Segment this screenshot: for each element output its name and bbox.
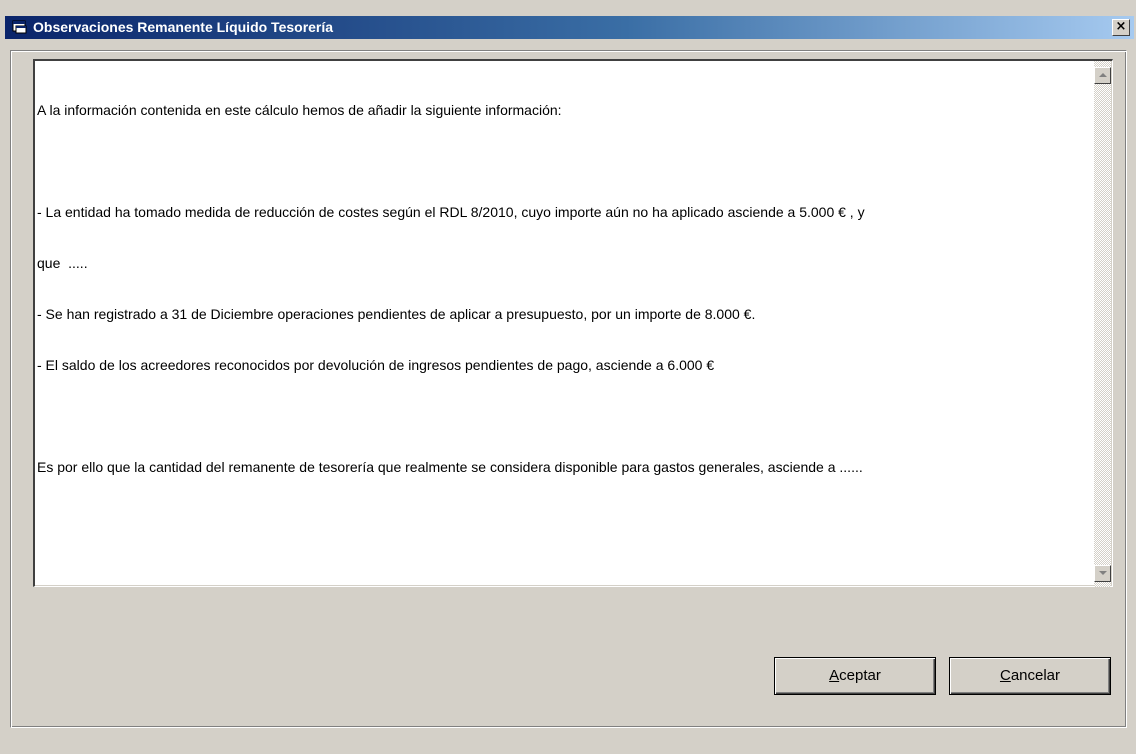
window-title: Observaciones Remanente Líquido Tesorerí… — [33, 19, 334, 35]
scroll-up-arrow-icon — [1099, 73, 1107, 77]
window-app-icon — [12, 20, 28, 34]
text-line: - La entidad ha tomado medida de reducci… — [37, 204, 865, 220]
dialog-window: Observaciones Remanente Líquido Tesorerí… — [0, 0, 1136, 754]
accept-label: ceptar — [839, 667, 881, 684]
text-line: Es por ello que la cantidad del remanent… — [37, 459, 863, 475]
accept-hotkey: A — [829, 667, 840, 684]
text-line: - Se han registrado a 31 de Diciembre op… — [37, 306, 756, 322]
observations-text[interactable]: A la información contenida en este cálcu… — [37, 68, 1085, 510]
accept-button[interactable]: Aceptar — [774, 657, 936, 695]
text-line — [37, 153, 1085, 170]
scroll-down-arrow-icon — [1099, 571, 1107, 575]
vertical-scrollbar[interactable] — [1094, 61, 1111, 587]
cancel-button[interactable]: Cancelar — [949, 657, 1111, 695]
text-line: - El saldo de los acreedores reconocidos… — [37, 357, 715, 373]
text-line — [37, 408, 1085, 425]
close-button[interactable]: × — [1112, 19, 1130, 36]
cancel-label: ancelar — [1010, 667, 1061, 684]
scroll-up-button[interactable] — [1094, 67, 1111, 84]
text-line: A la información contenida en este cálcu… — [37, 102, 562, 118]
title-bar[interactable]: Observaciones Remanente Líquido Tesorerí… — [5, 16, 1134, 39]
text-line: que ..... — [37, 255, 88, 271]
scroll-down-button[interactable] — [1094, 565, 1111, 582]
close-icon: × — [1115, 19, 1127, 34]
cancel-hotkey: C — [999, 667, 1011, 684]
observations-textarea[interactable]: A la información contenida en este cálcu… — [33, 59, 1113, 587]
